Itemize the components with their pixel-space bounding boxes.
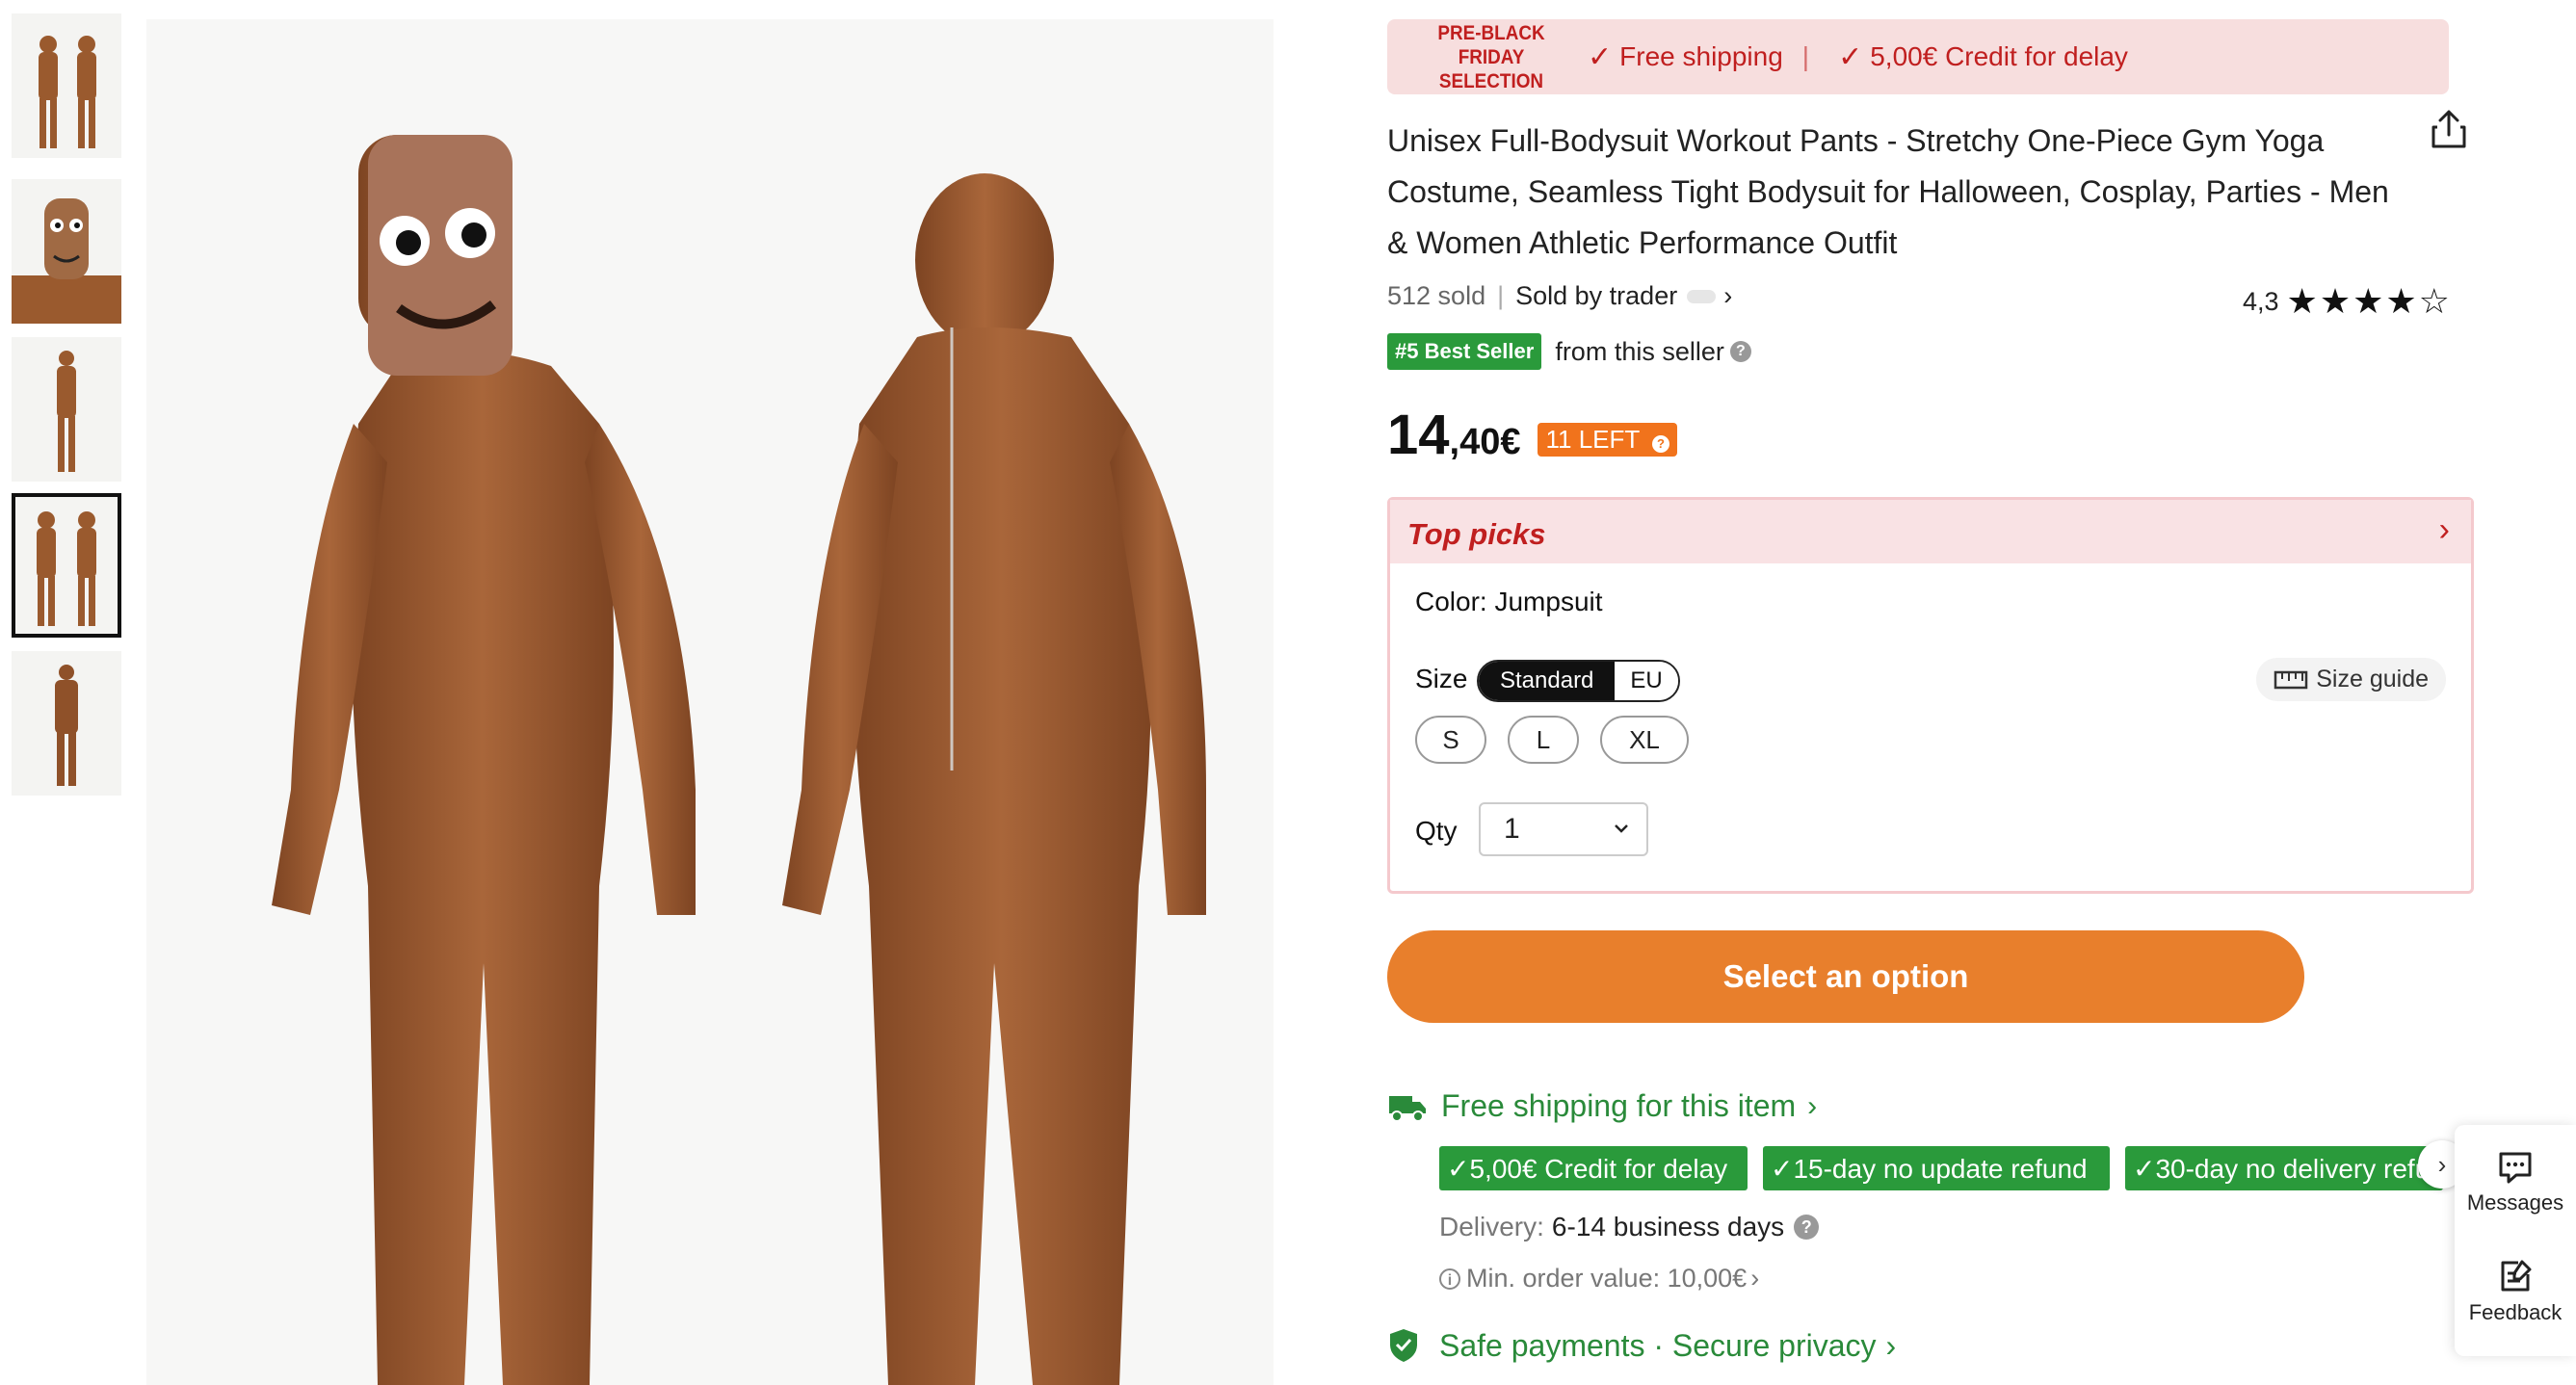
chat-icon	[2499, 1152, 2532, 1184]
top-picks-panel: Top picks › Color: Jumpsuit Size Standar…	[1387, 497, 2474, 894]
shield-check-icon	[1390, 1329, 1417, 1362]
size-label: Size	[1415, 664, 1468, 693]
chevron-right-icon[interactable]: ›	[2439, 511, 2450, 549]
edit-note-icon	[2501, 1260, 2532, 1292]
info-icon: i	[1439, 1267, 1460, 1290]
thumbnail-5[interactable]	[12, 651, 121, 796]
thumbnail-4-selected[interactable]	[12, 493, 121, 638]
badge-30-day-refund: ✓30-day no delivery refund	[2125, 1146, 2443, 1190]
min-order-link[interactable]: i Min. order value: 10,00€ ›	[1439, 1264, 1759, 1294]
badge-15-day-refund: ✓15-day no update refund	[1763, 1146, 2110, 1190]
messages-button[interactable]: Messages	[2455, 1150, 2576, 1215]
product-thumbnail-image	[37, 511, 96, 626]
truck-icon	[1389, 1095, 1426, 1122]
delivery-info: Delivery: 6-14 business days ?	[1439, 1212, 1820, 1242]
share-icon[interactable]	[2430, 108, 2468, 150]
size-system-standard[interactable]: Standard	[1479, 662, 1616, 700]
check-icon: ✓	[1838, 40, 1863, 73]
thumbnail-2[interactable]	[12, 179, 121, 324]
thumbnail-3[interactable]	[12, 337, 121, 482]
ruler-icon	[2274, 670, 2308, 689]
thumbnail-1[interactable]	[12, 13, 121, 158]
product-meta: 512 sold | Sold by trader ›	[1387, 281, 1732, 311]
help-icon[interactable]: ?	[1729, 341, 1751, 362]
size-option-l[interactable]: L	[1508, 716, 1579, 764]
top-picks-title: Top picks	[1407, 517, 1546, 551]
sold-count: 512 sold	[1387, 281, 1486, 310]
credit-for-delay-text: 5,00€ Credit for delay	[1870, 41, 2128, 71]
product-thumbnail-image	[57, 351, 76, 472]
free-shipping-link[interactable]: Free shipping for this item ›	[1387, 1088, 1817, 1124]
delivery-value: 6-14 business days	[1551, 1212, 1785, 1241]
select-an-option-button[interactable]: Select an option	[1387, 930, 2304, 1023]
size-system-toggle: Standard EU	[1477, 660, 1680, 702]
chevron-right-icon: ›	[1750, 1264, 1760, 1293]
rating-summary[interactable]: 4,3 ★★★★☆	[2243, 281, 2452, 322]
delivery-label: Delivery:	[1439, 1212, 1544, 1241]
product-thumbnail-image	[39, 36, 96, 148]
pre-black-friday-badge: PRE-BLACK FRIDAY SELECTION	[1437, 21, 1545, 92]
size-guide-button[interactable]: Size guide	[2256, 658, 2446, 701]
color-label: Color: Jumpsuit	[1415, 587, 1603, 616]
sold-by-link[interactable]: Sold by trader	[1515, 281, 1677, 311]
seller-avatar[interactable]	[1687, 289, 1717, 303]
size-option-xl[interactable]: XL	[1600, 716, 1689, 764]
safe-payments-link[interactable]: Safe payments · Secure privacy ›	[1387, 1327, 1896, 1364]
floating-side-panel: Messages Feedback	[2455, 1125, 2576, 1356]
bodysuit-illustration	[272, 135, 1206, 1385]
star-rating-icon: ★★★★☆	[2286, 281, 2452, 321]
chevron-down-icon	[1612, 804, 1631, 873]
size-system-eu[interactable]: EU	[1615, 662, 1678, 700]
chevron-right-icon[interactable]: ›	[1723, 281, 1732, 311]
help-icon: ?	[1652, 435, 1670, 453]
divider: |	[1801, 41, 1810, 71]
rating-value: 4,3	[2243, 286, 2279, 316]
price: 14 ,40€ 11 LEFT ?	[1387, 403, 1678, 467]
stock-left-badge[interactable]: 11 LEFT ?	[1538, 423, 1678, 457]
product-thumbnail-image	[55, 665, 78, 786]
price-decimal: ,40€	[1449, 422, 1521, 462]
chevron-right-icon: ›	[1885, 1327, 1897, 1363]
best-seller-badge: #5 Best Seller	[1387, 333, 1542, 370]
best-seller-suffix: from this seller	[1555, 336, 1724, 366]
main-product-image[interactable]	[146, 19, 1274, 1385]
size-option-s[interactable]: S	[1415, 716, 1486, 764]
badge-credit-for-delay: ✓5,00€ Credit for delay	[1439, 1146, 1748, 1190]
qty-select[interactable]: 1	[1479, 802, 1648, 856]
price-integer: 14	[1387, 404, 1450, 466]
top-picks-header[interactable]: Top picks ›	[1390, 500, 2471, 563]
promo-banner: PRE-BLACK FRIDAY SELECTION ✓ Free shippi…	[1387, 19, 2449, 94]
feedback-button[interactable]: Feedback	[2455, 1258, 2576, 1325]
help-icon[interactable]: ?	[1794, 1215, 1820, 1240]
best-seller-row: #5 Best Seller from this seller ?	[1387, 333, 1751, 370]
free-shipping-text: Free shipping	[1619, 41, 1783, 71]
qty-label: Qty	[1415, 816, 1458, 846]
divider: |	[1497, 281, 1505, 310]
product-thumbnail-image	[12, 198, 121, 324]
check-icon: ✓	[1588, 40, 1613, 73]
product-title: Unisex Full-Bodysuit Workout Pants - Str…	[1387, 123, 2389, 260]
chevron-right-icon: ›	[1807, 1089, 1818, 1122]
